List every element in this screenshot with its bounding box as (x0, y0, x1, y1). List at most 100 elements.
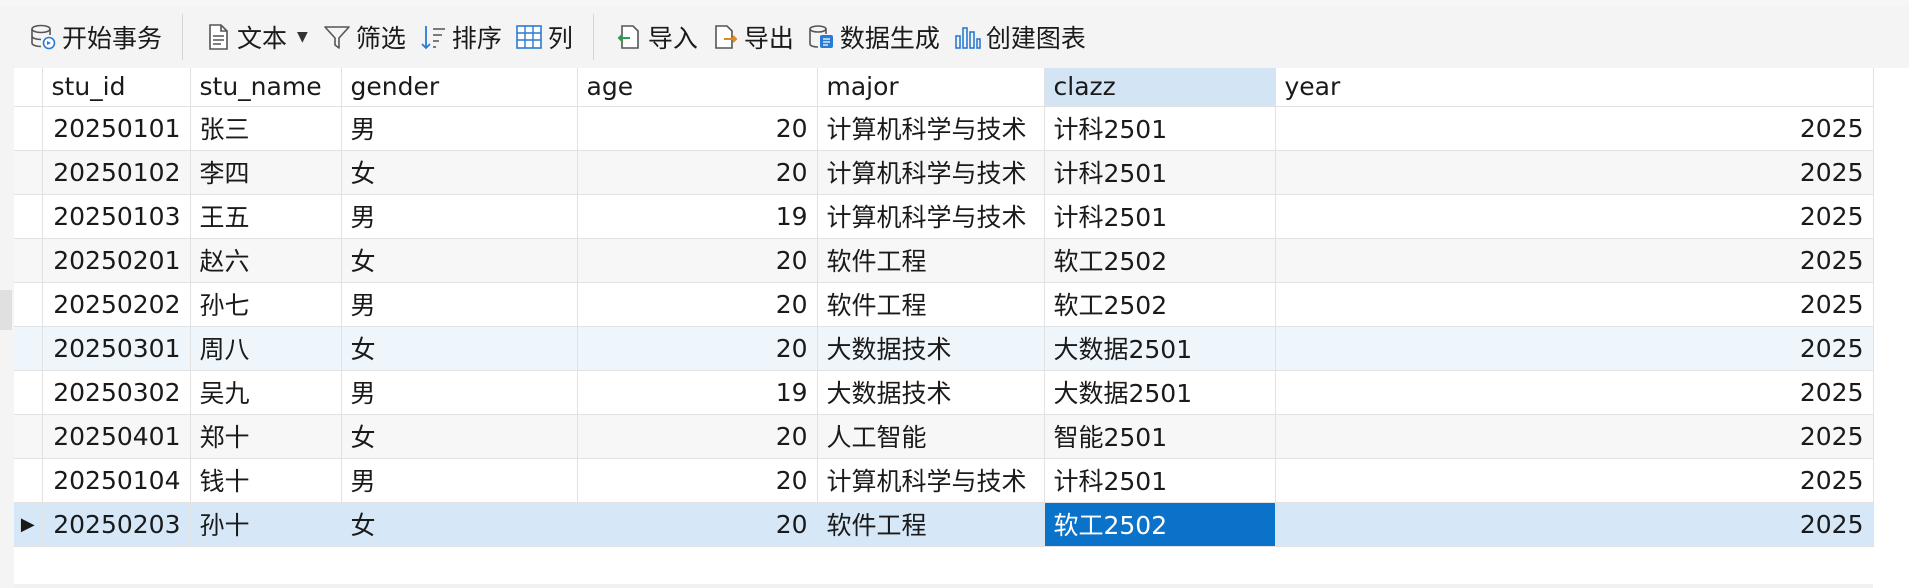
cell-gender[interactable]: 女 (341, 150, 578, 195)
cell-age[interactable]: 20 (577, 238, 818, 283)
cell-major[interactable]: 计算机科学与技术 (817, 106, 1045, 151)
cell-gender[interactable]: 男 (341, 370, 578, 415)
cell-stu-name[interactable]: 赵六 (190, 238, 342, 283)
current-row-marker-icon[interactable]: ▶ (14, 502, 43, 547)
cell-stu-name[interactable]: 张三 (190, 106, 342, 151)
cell-year[interactable]: 2025 (1275, 414, 1874, 459)
cell-stu-name[interactable]: 孙七 (190, 282, 342, 327)
cell-stu-id[interactable]: 20250102 (42, 150, 191, 195)
cell-year[interactable]: 2025 (1275, 502, 1874, 547)
table-row[interactable]: 20250101 张三 男 20 计算机科学与技术 计科2501 2025 (14, 106, 1874, 151)
cell-stu-name[interactable]: 孙十 (190, 502, 342, 547)
cell-year[interactable]: 2025 (1275, 282, 1874, 327)
cell-year[interactable]: 2025 (1275, 106, 1874, 151)
cell-year[interactable]: 2025 (1275, 194, 1874, 239)
cell-gender[interactable]: 男 (341, 282, 578, 327)
cell-gender[interactable]: 男 (341, 106, 578, 151)
export-button[interactable]: 导出 (704, 15, 800, 59)
create-chart-button[interactable]: 创建图表 (946, 15, 1092, 59)
cell-stu-name[interactable]: 周八 (190, 326, 342, 371)
cell-stu-name[interactable]: 王五 (190, 194, 342, 239)
left-splitter-handle[interactable] (0, 290, 12, 330)
cell-major[interactable]: 大数据技术 (817, 370, 1045, 415)
cell-major[interactable]: 大数据技术 (817, 326, 1045, 371)
cell-stu-id[interactable]: 20250202 (42, 282, 191, 327)
row-indicator[interactable] (14, 326, 43, 371)
sort-button[interactable]: 排序 (412, 15, 508, 59)
cell-stu-name[interactable]: 郑十 (190, 414, 342, 459)
cell-clazz[interactable]: 计科2501 (1044, 458, 1276, 503)
cell-age[interactable]: 20 (577, 282, 818, 327)
table-row[interactable]: 20250401 郑十 女 20 人工智能 智能2501 2025 (14, 414, 1874, 459)
cell-stu-id[interactable]: 20250103 (42, 194, 191, 239)
cell-age[interactable]: 19 (577, 370, 818, 415)
cell-stu-name[interactable]: 李四 (190, 150, 342, 195)
cell-stu-name[interactable]: 钱十 (190, 458, 342, 503)
cell-major[interactable]: 计算机科学与技术 (817, 150, 1045, 195)
chevron-down-icon[interactable]: ▼ (297, 29, 308, 45)
cell-age[interactable]: 20 (577, 106, 818, 151)
table-row[interactable]: 20250302 吴九 男 19 大数据技术 大数据2501 2025 (14, 370, 1874, 415)
cell-stu-id[interactable]: 20250101 (42, 106, 191, 151)
cell-major[interactable]: 软件工程 (817, 282, 1045, 327)
cell-gender[interactable]: 女 (341, 326, 578, 371)
row-indicator[interactable] (14, 282, 43, 327)
cell-year[interactable]: 2025 (1275, 326, 1874, 371)
cell-major[interactable]: 软件工程 (817, 502, 1045, 547)
table-row-current[interactable]: ▶ 20250203 孙十 女 20 软件工程 软工2502 2025 (14, 502, 1874, 547)
column-header-gender[interactable]: gender (341, 68, 578, 107)
row-indicator[interactable] (14, 106, 43, 151)
data-generate-button[interactable]: 数据生成 (800, 15, 946, 59)
cell-year[interactable]: 2025 (1275, 238, 1874, 283)
row-indicator[interactable] (14, 370, 43, 415)
table-row[interactable]: 20250202 孙七 男 20 软件工程 软工2502 2025 (14, 282, 1874, 327)
cell-stu-id[interactable]: 20250203 (42, 502, 191, 547)
cell-year[interactable]: 2025 (1275, 150, 1874, 195)
filter-button[interactable]: 筛选 (316, 15, 412, 59)
cell-gender[interactable]: 男 (341, 194, 578, 239)
cell-stu-id[interactable]: 20250301 (42, 326, 191, 371)
cell-age[interactable]: 20 (577, 150, 818, 195)
column-header-stu-name[interactable]: stu_name (190, 68, 342, 107)
table-row[interactable]: 20250301 周八 女 20 大数据技术 大数据2501 2025 (14, 326, 1874, 371)
cell-clazz[interactable]: 大数据2501 (1044, 326, 1276, 371)
cell-age[interactable]: 20 (577, 326, 818, 371)
cell-gender[interactable]: 女 (341, 238, 578, 283)
cell-clazz[interactable]: 计科2501 (1044, 106, 1276, 151)
row-indicator[interactable] (14, 150, 43, 195)
column-header-age[interactable]: age (577, 68, 818, 107)
cell-stu-id[interactable]: 20250302 (42, 370, 191, 415)
cell-major[interactable]: 软件工程 (817, 238, 1045, 283)
cell-clazz[interactable]: 计科2501 (1044, 150, 1276, 195)
cell-age[interactable]: 20 (577, 414, 818, 459)
text-view-button[interactable]: 文本 ▼ (197, 15, 316, 59)
cell-major[interactable]: 人工智能 (817, 414, 1045, 459)
table-row[interactable]: 20250102 李四 女 20 计算机科学与技术 计科2501 2025 (14, 150, 1874, 195)
cell-stu-name[interactable]: 吴九 (190, 370, 342, 415)
cell-gender[interactable]: 女 (341, 414, 578, 459)
import-button[interactable]: 导入 (608, 15, 704, 59)
row-indicator[interactable] (14, 238, 43, 283)
column-header-major[interactable]: major (817, 68, 1045, 107)
cell-clazz[interactable]: 大数据2501 (1044, 370, 1276, 415)
cell-age[interactable]: 19 (577, 194, 818, 239)
cell-clazz-selected[interactable]: 软工2502 (1044, 502, 1276, 547)
cell-clazz[interactable]: 智能2501 (1044, 414, 1276, 459)
cell-clazz[interactable]: 计科2501 (1044, 194, 1276, 239)
column-header-clazz[interactable]: clazz (1044, 68, 1276, 107)
cell-gender[interactable]: 女 (341, 502, 578, 547)
row-indicator[interactable] (14, 194, 43, 239)
cell-age[interactable]: 20 (577, 502, 818, 547)
columns-button[interactable]: 列 (508, 15, 579, 59)
cell-stu-id[interactable]: 20250201 (42, 238, 191, 283)
table-row[interactable]: 20250104 钱十 男 20 计算机科学与技术 计科2501 2025 (14, 458, 1874, 503)
cell-major[interactable]: 计算机科学与技术 (817, 458, 1045, 503)
row-indicator[interactable] (14, 414, 43, 459)
cell-year[interactable]: 2025 (1275, 370, 1874, 415)
cell-stu-id[interactable]: 20250401 (42, 414, 191, 459)
cell-clazz[interactable]: 软工2502 (1044, 238, 1276, 283)
cell-gender[interactable]: 男 (341, 458, 578, 503)
column-header-stu-id[interactable]: stu_id (42, 68, 191, 107)
cell-clazz[interactable]: 软工2502 (1044, 282, 1276, 327)
table-row[interactable]: 20250201 赵六 女 20 软件工程 软工2502 2025 (14, 238, 1874, 283)
